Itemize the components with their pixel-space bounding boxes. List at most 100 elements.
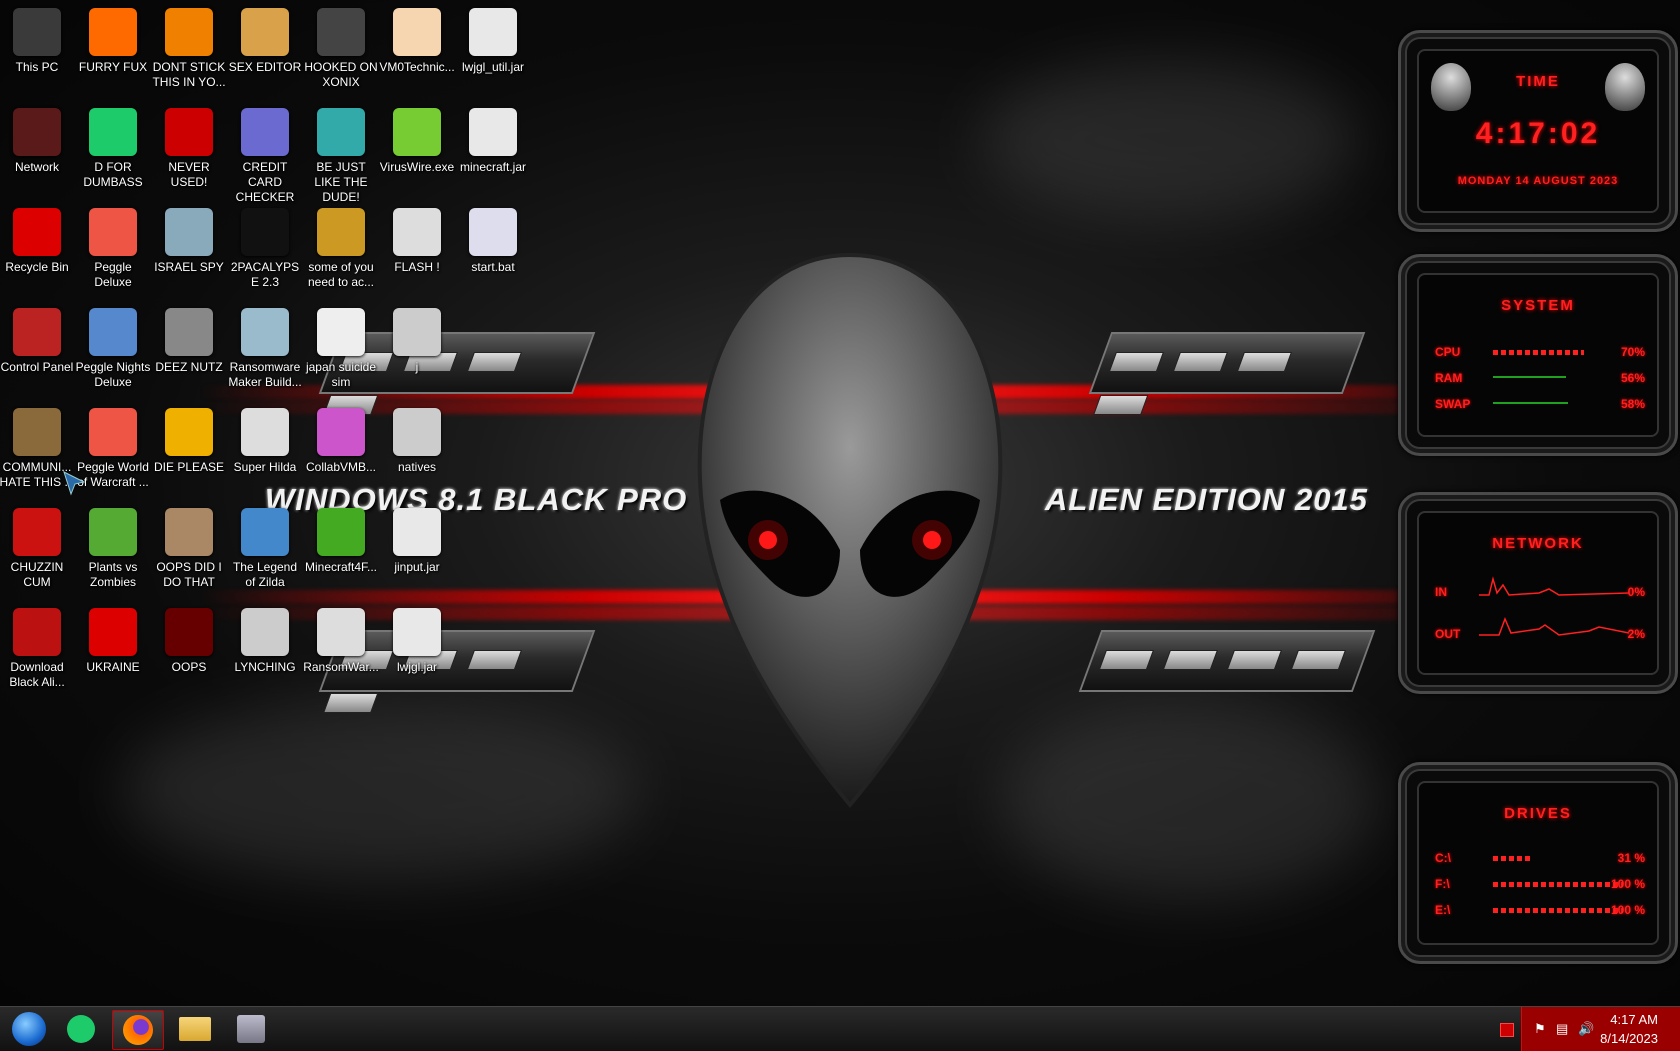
desktop-icon[interactable]: CREDIT CARD CHECKER — [227, 102, 303, 205]
system-row-key: RAM — [1435, 371, 1463, 385]
desktop-icon[interactable]: DEEZ NUTZ — [151, 302, 227, 375]
desktop-icon[interactable]: OOPS — [151, 602, 227, 675]
desktop-icon[interactable]: This PC — [0, 2, 75, 75]
desktop-icon[interactable]: jinput.jar — [379, 502, 455, 575]
swap-bar — [1493, 402, 1568, 404]
taskbar-clock-time[interactable]: 4:17 AM — [1610, 1012, 1658, 1027]
desktop-icon-label: D FOR DUMBASS — [83, 160, 143, 189]
system-row-key: SWAP — [1435, 397, 1471, 411]
image-viewer-icon — [317, 408, 365, 456]
computer-icon — [13, 8, 61, 56]
action-center-flag-icon[interactable]: ⚑ — [1534, 1021, 1550, 1037]
desktop-icon[interactable]: Control Panel — [0, 302, 75, 375]
desktop-icon-label: SEX EDITOR — [228, 60, 302, 74]
volume-icon[interactable]: 🔊 — [1578, 1021, 1594, 1037]
desktop-icon[interactable]: Ransomware Maker Build... — [227, 302, 303, 390]
desktop-icon[interactable]: Network — [0, 102, 75, 175]
desktop-icon[interactable]: Peggle Deluxe — [75, 202, 151, 290]
taskbar-notes-button[interactable] — [56, 1010, 106, 1048]
book-icon — [165, 608, 213, 656]
grass-block-icon — [317, 508, 365, 556]
java-jar-icon — [469, 8, 517, 56]
wallpaper-smoke — [980, 60, 1360, 220]
desktop-icon-label: Peggle Nights Deluxe — [75, 360, 151, 389]
desktop-icon[interactable]: Recycle Bin — [0, 202, 75, 275]
taskbar-app-button[interactable] — [226, 1010, 276, 1048]
ram-bar — [1493, 376, 1566, 378]
taskbar-clock-date[interactable]: 8/14/2023 — [1600, 1031, 1658, 1046]
alien-download-icon — [13, 608, 61, 656]
recycle-bin-icon — [13, 208, 61, 256]
limewire-icon — [393, 108, 441, 156]
desktop-icon[interactable]: CollabVMB... — [303, 402, 379, 475]
desktop-icon[interactable]: SEX EDITOR — [227, 2, 303, 75]
desktop-icon-label: OOPS DID I DO THAT — [156, 560, 222, 589]
desktop-icon[interactable]: Download Black Ali... — [0, 602, 75, 690]
desktop-icon-label: CREDIT CARD CHECKER — [235, 160, 295, 204]
desktop-icon[interactable]: RansomWar... — [303, 602, 379, 675]
desktop-icon-label: Peggle Deluxe — [94, 260, 132, 289]
console-icon — [241, 208, 289, 256]
peggle-icon — [89, 308, 137, 356]
desktop-icon[interactable]: BE JUST LIKE THE DUDE! — [303, 102, 379, 205]
network-row-value: 0% — [1627, 585, 1645, 599]
drive-row-key: C:\ — [1435, 851, 1451, 865]
desktop-icon[interactable]: start.bat — [455, 202, 531, 275]
desktop-icon-label: VirusWire.exe — [379, 160, 455, 174]
desktop-icon[interactable]: lwjgl.jar — [379, 602, 455, 675]
desktop-icon[interactable]: LYNCHING — [227, 602, 303, 675]
de-icon — [165, 408, 213, 456]
desktop-icon[interactable]: DIE PLEASE — [151, 402, 227, 475]
desktop-icon[interactable]: Minecraft4F... — [303, 502, 379, 575]
system-row-value: 56% — [1620, 371, 1645, 385]
desktop-icon[interactable]: ISRAEL SPY — [151, 202, 227, 275]
desktop-icon[interactable]: HOOKED ON XONIX — [303, 2, 379, 90]
portrait-icon — [165, 508, 213, 556]
show-hidden-icons-icon[interactable] — [1500, 1023, 1514, 1037]
cpu-bar — [1493, 350, 1584, 355]
drives-widget-title: DRIVES — [1504, 805, 1572, 822]
network-row-in: IN 0% — [1435, 576, 1645, 601]
desktop-icon[interactable]: FLASH ! — [379, 202, 455, 275]
wallpaper-plate — [1088, 332, 1366, 415]
desktop-icon[interactable]: D FOR DUMBASS — [75, 102, 151, 190]
desktop-icon[interactable]: natives — [379, 402, 455, 475]
desktop-icon-label: Recycle Bin — [5, 260, 69, 274]
desktop-icon-label: natives — [397, 460, 437, 474]
taskbar-file-explorer-button[interactable] — [170, 1010, 220, 1048]
desktop-icon[interactable]: CHUZZIN CUM — [0, 502, 75, 590]
desktop-icon[interactable]: Super Hilda — [227, 402, 303, 475]
desktop-icon[interactable]: VM0Technic... — [379, 2, 455, 75]
desktop-icon-label: minecraft.jar — [459, 160, 527, 174]
app-window-icon — [237, 1015, 265, 1043]
desktop-icon[interactable]: DONT STICK THIS IN YO... — [151, 2, 227, 90]
firefox-icon — [89, 8, 137, 56]
skull-icon — [317, 608, 365, 656]
desktop-icon-label: OOPS — [171, 660, 207, 674]
desktop-icon[interactable]: UKRAINE — [75, 602, 151, 675]
network-icon[interactable]: ▤ — [1556, 1021, 1572, 1037]
desktop-icon[interactable]: The Legend of Zilda — [227, 502, 303, 590]
desktop-icon[interactable]: j — [379, 302, 455, 375]
desktop-icon[interactable]: 2PACALYPSE 2.3 — [227, 202, 303, 290]
desktop-icon[interactable]: Peggle Nights Deluxe — [75, 302, 151, 390]
alien-head-logo — [697, 252, 1003, 809]
desktop-icon-label: Network — [14, 160, 59, 174]
file-icon — [393, 208, 441, 256]
control-panel-icon — [13, 308, 61, 356]
desktop-icon[interactable]: japan suicide sim — [303, 302, 379, 390]
devcpp-icon — [165, 108, 213, 156]
credit-card-icon — [241, 108, 289, 156]
desktop-icon-label: DIE PLEASE — [153, 460, 225, 474]
desktop-icon[interactable]: NEVER USED! — [151, 102, 227, 190]
start-button[interactable] — [4, 1010, 54, 1048]
desktop-icon[interactable]: VirusWire.exe — [379, 102, 455, 175]
desktop-icon[interactable]: FURRY FUX — [75, 2, 151, 75]
desktop-icon[interactable]: Plants vs Zombies — [75, 502, 151, 590]
taskbar-firefox-button[interactable] — [112, 1010, 164, 1050]
desktop-icon[interactable]: OOPS DID I DO THAT — [151, 502, 227, 590]
network-row-out: OUT 2% — [1435, 616, 1645, 643]
desktop-icon[interactable]: some of you need to ac... — [303, 202, 379, 290]
desktop-icon[interactable]: minecraft.jar — [455, 102, 531, 175]
desktop-icon[interactable]: lwjgl_util.jar — [455, 2, 531, 75]
